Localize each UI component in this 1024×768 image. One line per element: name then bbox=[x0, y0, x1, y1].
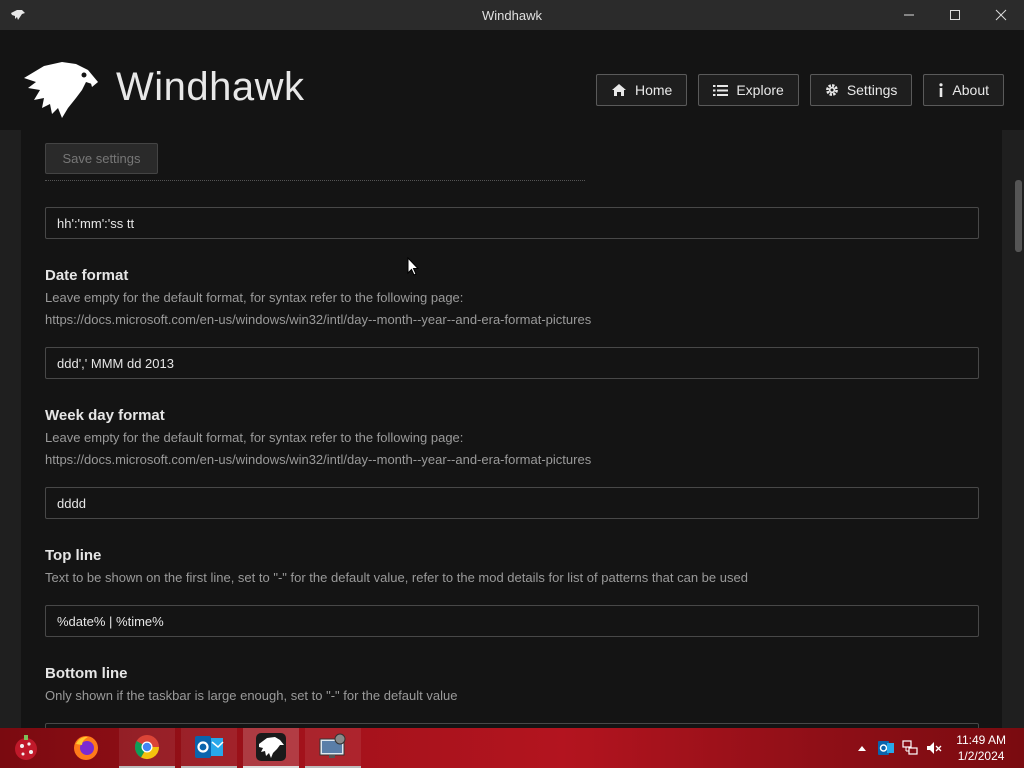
clipped-description-text bbox=[45, 178, 585, 184]
volume-muted-icon[interactable] bbox=[924, 738, 944, 758]
system-tray: 11:49 AM 1/2/2024 bbox=[850, 728, 1024, 768]
settings-button[interactable]: Settings bbox=[809, 74, 913, 106]
gear-icon bbox=[825, 84, 838, 96]
taskbar-network-monitor[interactable] bbox=[305, 728, 361, 768]
chrome-icon bbox=[134, 735, 159, 760]
window-controls bbox=[886, 0, 1024, 30]
brand-name: Windhawk bbox=[116, 65, 305, 109]
windhawk-icon bbox=[256, 733, 286, 761]
home-button-label: Home bbox=[634, 82, 673, 98]
explore-button-label: Explore bbox=[736, 82, 784, 98]
info-icon bbox=[939, 83, 944, 97]
top-line-description: Text to be shown on the first line, set … bbox=[45, 570, 748, 585]
top-line-input[interactable]: %date% | %time% bbox=[45, 605, 979, 637]
main-nav: Home Explore Settings About bbox=[595, 74, 1004, 106]
network-icon[interactable] bbox=[900, 738, 920, 758]
date-format-link: https://docs.microsoft.com/en-us/windows… bbox=[45, 312, 592, 327]
window-title: Windhawk bbox=[482, 7, 542, 23]
outlook-icon bbox=[195, 736, 224, 758]
taskbar-clock[interactable]: 11:49 AM 1/2/2024 bbox=[956, 732, 1006, 764]
save-settings-button[interactable]: Save settings bbox=[45, 143, 158, 174]
list-icon bbox=[713, 84, 729, 96]
taskbar: 11:49 AM 1/2/2024 bbox=[0, 728, 1024, 768]
explore-button[interactable]: Explore bbox=[698, 74, 799, 106]
taskbar-chrome[interactable] bbox=[119, 728, 175, 768]
outlook-tray-icon[interactable] bbox=[876, 738, 896, 758]
vertical-scrollbar[interactable] bbox=[1013, 130, 1024, 728]
app-header: Windhawk Home Explore Settings About bbox=[0, 30, 1024, 130]
date-format-input[interactable]: ddd',' MMM dd 2013 bbox=[45, 347, 979, 379]
title-bar: Windhawk bbox=[0, 0, 1024, 30]
show-hidden-icons-icon[interactable] bbox=[852, 738, 872, 758]
clock-date: 1/2/2024 bbox=[957, 749, 1005, 763]
about-button[interactable]: About bbox=[923, 74, 1004, 106]
minimize-icon[interactable] bbox=[886, 0, 932, 30]
maximize-icon[interactable] bbox=[932, 0, 978, 30]
clock-time: 11:49 AM bbox=[956, 733, 1006, 747]
firefox-icon bbox=[74, 736, 98, 760]
taskbar-windhawk[interactable] bbox=[243, 728, 299, 768]
settings-button-label: Settings bbox=[846, 82, 898, 98]
network-monitor-icon bbox=[319, 733, 346, 758]
home-button[interactable]: Home bbox=[595, 74, 688, 106]
windhawk-app-icon bbox=[11, 10, 25, 20]
start-button[interactable] bbox=[0, 728, 52, 768]
mod-settings-panel: Save settings hh':'mm':'ss tt Date forma… bbox=[21, 130, 1002, 728]
week-day-format-link: https://docs.microsoft.com/en-us/windows… bbox=[45, 452, 592, 467]
date-format-description: Leave empty for the default format, for … bbox=[45, 290, 464, 305]
week-day-format-description: Leave empty for the default format, for … bbox=[45, 430, 464, 445]
time-format-input[interactable]: hh':'mm':'ss tt bbox=[45, 207, 979, 239]
home-icon bbox=[611, 84, 626, 96]
scrollbar-thumb[interactable] bbox=[1015, 180, 1022, 252]
top-line-title: Top line bbox=[45, 547, 102, 564]
week-day-format-input[interactable]: dddd bbox=[45, 487, 979, 519]
date-format-title: Date format bbox=[45, 267, 129, 284]
bottom-line-title: Bottom line bbox=[45, 665, 128, 682]
start-icon bbox=[15, 735, 37, 760]
taskbar-outlook[interactable] bbox=[181, 728, 237, 768]
windhawk-logo bbox=[24, 62, 98, 118]
week-day-format-title: Week day format bbox=[45, 407, 165, 424]
about-button-label: About bbox=[952, 82, 989, 98]
mouse-cursor-icon bbox=[407, 257, 419, 276]
close-icon[interactable] bbox=[978, 0, 1024, 30]
bottom-line-description: Only shown if the taskbar is large enoug… bbox=[45, 688, 458, 703]
taskbar-firefox[interactable] bbox=[58, 728, 114, 768]
